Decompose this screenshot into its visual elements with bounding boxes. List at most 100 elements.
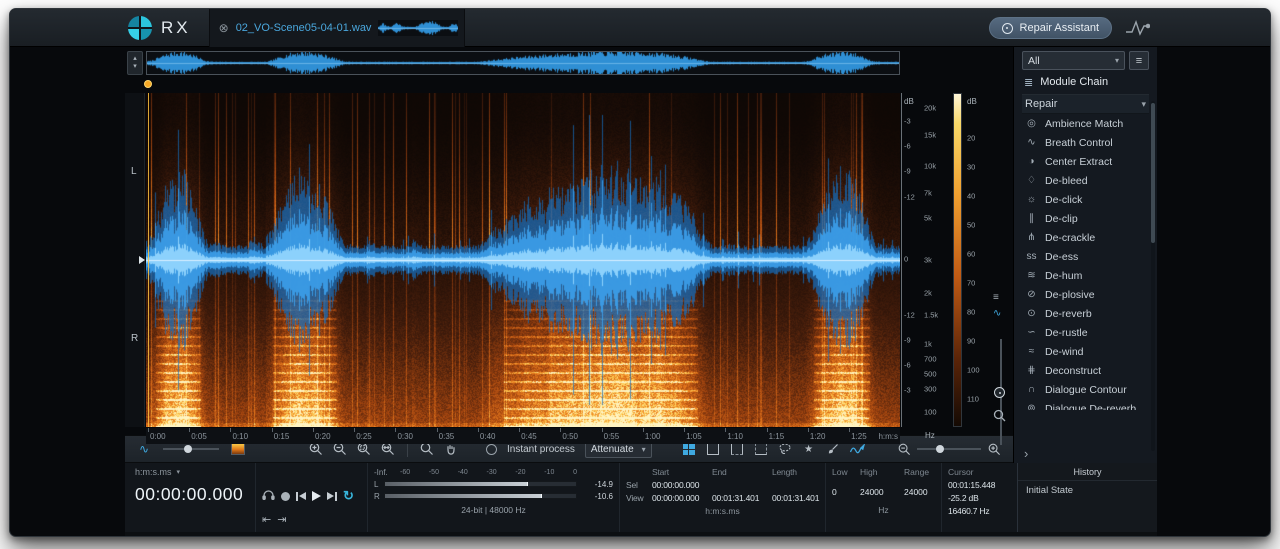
overview-strip[interactable] — [146, 51, 900, 75]
module-item-deconstruct[interactable]: ⋕Deconstruct — [1022, 361, 1149, 380]
ambience-match-icon: ◎ — [1024, 118, 1039, 129]
time-ruler[interactable]: h:m:s 0:000:050:100:150:200:250:300:350:… — [146, 428, 900, 444]
spectrogram-view[interactable] — [146, 93, 900, 427]
module-item-de-wind[interactable]: ≈De-wind — [1022, 342, 1149, 361]
layers-icon[interactable]: ≡ — [993, 293, 999, 303]
play-button[interactable] — [312, 491, 321, 501]
blend-slider[interactable] — [163, 448, 219, 450]
meter-left-label: L — [374, 480, 384, 489]
de-rustle-icon: ∽ — [1024, 327, 1039, 338]
time-format-select[interactable]: h:m:s.ms ▾ — [135, 467, 249, 477]
loop-button[interactable]: ↻ — [343, 490, 354, 502]
legend-db-label: 90 — [967, 337, 975, 346]
breath-control-icon: ∿ — [1024, 137, 1039, 148]
chevron-down-icon: ▾ — [642, 445, 646, 454]
module-item-de-ess[interactable]: ssDe-ess — [1022, 247, 1149, 266]
transport-controls: ↻ ⇤ ⇥ — [255, 463, 367, 532]
legend-db-label: 50 — [967, 221, 975, 230]
module-item-label: De-bleed — [1045, 175, 1088, 187]
instant-process-toggle[interactable] — [486, 444, 497, 455]
channel-label-left: L — [131, 166, 137, 177]
waveform-toggle-icon[interactable]: ∿ — [993, 309, 1001, 319]
module-item-de-plosive[interactable]: ⊘De-plosive — [1022, 285, 1149, 304]
chevron-down-icon: ▾ — [177, 468, 181, 476]
module-item-dialogue-contour[interactable]: ∩Dialogue Contour — [1022, 380, 1149, 399]
legend-db-label: 40 — [967, 192, 975, 201]
instant-process-label: Instant process — [507, 444, 575, 455]
module-item-center-extract[interactable]: ◑Center Extract — [1022, 152, 1149, 171]
module-item-de-crackle[interactable]: ⋔De-crackle — [1022, 228, 1149, 247]
wave-db-label: -12 — [904, 192, 915, 201]
playhead-line — [148, 93, 149, 427]
close-tab-icon[interactable]: ⊗ — [219, 22, 229, 34]
goto-selection-end-button[interactable]: ⇥ — [277, 515, 286, 526]
time-unit-label: h:m:s — [878, 432, 898, 441]
sidebar-scrollbar-thumb[interactable] — [1151, 103, 1155, 243]
legend-db-label: 80 — [967, 308, 975, 317]
audio-format-info: 24-bit | 48000 Hz — [374, 505, 613, 515]
freq-range-unit-label: Hz — [832, 505, 935, 515]
module-chain-item[interactable]: ≣ Module Chain — [1022, 70, 1149, 95]
module-item-breath-control[interactable]: ∿Breath Control — [1022, 133, 1149, 152]
overview-waveform-canvas[interactable] — [147, 52, 899, 74]
spectrogram-color-legend — [953, 93, 962, 427]
time-tick: 0:10 — [230, 432, 248, 441]
repair-section-label: Repair — [1025, 98, 1057, 110]
meter-scale-label: -20 — [515, 469, 525, 476]
signal-chain-icon[interactable] — [1124, 18, 1150, 38]
playhead-marker[interactable] — [144, 80, 152, 88]
sidebar-expand-icon[interactable]: › — [1024, 447, 1028, 460]
range-value: 24000 — [904, 487, 942, 497]
meter-scale-label: 0 — [573, 469, 577, 476]
hzoom-slider[interactable] — [917, 448, 981, 450]
vertical-zoom-icon[interactable] — [993, 409, 1006, 425]
goto-selection-start-button[interactable]: ⇤ — [262, 515, 271, 526]
sidebar-scrollbar[interactable] — [1151, 101, 1155, 451]
module-filter-select[interactable]: All ▾ — [1022, 51, 1125, 70]
view-row-label: View — [626, 493, 652, 503]
wave-db-label: -9 — [904, 336, 911, 345]
wave-db-label: 0 — [904, 254, 908, 263]
file-tab[interactable]: ⊗ 02_VO-Scene05-04-01.wav — [209, 9, 465, 47]
time-tick: 1:25 — [849, 432, 867, 441]
spinner-down-icon[interactable]: ▾ — [133, 63, 137, 71]
spectrogram-canvas[interactable] — [146, 93, 900, 427]
legend-db-label: 20 — [967, 134, 975, 143]
repair-assistant-button[interactable]: Repair Assistant — [989, 17, 1112, 39]
wave-db-ruler: -3-6-9-120-12-9-6-3 — [901, 93, 921, 427]
vertical-zoom-knob[interactable] — [994, 387, 1005, 398]
module-item-de-hum[interactable]: ≋De-hum — [1022, 266, 1149, 285]
high-header: High — [860, 467, 904, 477]
next-button[interactable] — [327, 492, 337, 501]
legend-db-label: 110 — [967, 395, 979, 404]
repair-section-header[interactable]: Repair ▾ — [1022, 95, 1149, 114]
freq-label: 700 — [924, 354, 937, 363]
dialogue-contour-icon: ∩ — [1024, 384, 1039, 395]
blend-slider-knob[interactable] — [184, 445, 192, 453]
time-tick: 0:20 — [313, 432, 331, 441]
high-value: 24000 — [860, 487, 904, 497]
module-item-de-bleed[interactable]: ♢De-bleed — [1022, 171, 1149, 190]
low-header: Low — [832, 467, 860, 477]
time-tick: 0:35 — [437, 432, 455, 441]
sel-start-value: 00:00:00.000 — [652, 480, 712, 490]
module-item-label: De-crackle — [1045, 232, 1095, 244]
module-item-de-clip[interactable]: ∥De-clip — [1022, 209, 1149, 228]
monitor-headphones-icon[interactable] — [262, 487, 275, 505]
module-item-dialogue-de-reverb[interactable]: ⊚Dialogue De-reverb — [1022, 399, 1149, 410]
cursor-level-value: -25.2 dB — [948, 493, 1011, 503]
module-item-ambience-match[interactable]: ◎Ambience Match — [1022, 114, 1149, 133]
record-button[interactable] — [281, 492, 290, 501]
prev-button[interactable] — [296, 492, 306, 501]
view-spinner[interactable]: ▴ ▾ — [127, 51, 143, 75]
meter-bar-left — [384, 481, 577, 487]
module-item-de-reverb[interactable]: ⊙De-reverb — [1022, 304, 1149, 323]
history-item[interactable]: Initial State — [1018, 481, 1157, 500]
hzoom-slider-knob[interactable] — [936, 445, 944, 453]
meter-fill-left — [385, 482, 528, 486]
spinner-up-icon[interactable]: ▴ — [133, 55, 137, 63]
time-tick: 0:55 — [602, 432, 620, 441]
module-item-de-click[interactable]: ☼De-click — [1022, 190, 1149, 209]
module-item-de-rustle[interactable]: ∽De-rustle — [1022, 323, 1149, 342]
module-list-menu-button[interactable]: ≡ — [1129, 51, 1149, 70]
